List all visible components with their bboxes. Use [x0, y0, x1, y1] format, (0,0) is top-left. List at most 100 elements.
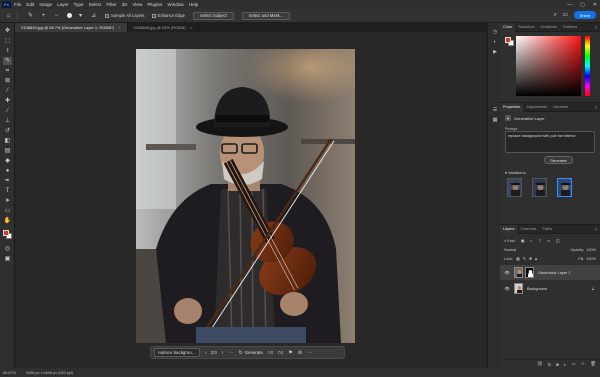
- new-group-icon[interactable]: ▭: [572, 361, 576, 367]
- select-subject-button[interactable]: Select Subject: [193, 11, 234, 20]
- layer-row-generative[interactable]: 👁︎ Generative Layer 1: [500, 265, 600, 280]
- lock-all-icon[interactable]: 🔒︎: [535, 257, 537, 261]
- lock-transparency-icon[interactable]: ▦: [516, 256, 520, 261]
- dodge-tool-icon[interactable]: ●: [3, 167, 12, 175]
- close-icon[interactable]: ×: [190, 25, 192, 30]
- layer-kind-filter[interactable]: ⌕ Kind: [504, 239, 515, 243]
- document-info[interactable]: 3456 px x 4608 px (240 ppi): [26, 371, 73, 375]
- eyedropper-tool-icon[interactable]: ⁄: [3, 87, 12, 95]
- blur-tool-icon[interactable]: ◆: [3, 157, 12, 165]
- visibility-eye-icon[interactable]: 👁︎: [503, 286, 511, 291]
- filter-adjustment-icon[interactable]: ◐: [530, 239, 532, 243]
- new-layer-icon[interactable]: ＋: [581, 361, 586, 367]
- fill-value[interactable]: 100%: [586, 257, 596, 261]
- flag-icon[interactable]: ⚑: [288, 350, 292, 356]
- quick-selection-brush-icon[interactable]: ✎: [26, 11, 35, 20]
- variation-thumb-2[interactable]: [532, 178, 547, 197]
- select-and-mask-button[interactable]: Select and Mask...: [241, 11, 291, 20]
- tab-document-2[interactable]: 2108849.jpg @ 25% (RGB/8) ×: [128, 23, 200, 32]
- menu-image[interactable]: Image: [39, 2, 52, 7]
- variation-thumb-1[interactable]: [507, 178, 522, 197]
- tab-document-1[interactable]: 2108849.jpg @ 66.7% (Generative Layer 1,…: [15, 23, 128, 32]
- lock-position-icon[interactable]: ✥: [529, 256, 532, 261]
- contextual-generate-button[interactable]: ↻ Generate: [238, 350, 263, 356]
- filter-smart-object-icon[interactable]: ◫: [556, 238, 560, 243]
- visibility-eye-icon[interactable]: 👁︎: [503, 270, 511, 275]
- tab-gradients[interactable]: Gradients: [538, 23, 560, 32]
- hue-slider[interactable]: [585, 36, 590, 96]
- maximize-button[interactable]: ▢: [580, 2, 585, 8]
- link-layers-icon[interactable]: ⛓︎: [537, 361, 543, 367]
- tab-adjustments[interactable]: Adjustments: [523, 103, 550, 112]
- contextual-prompt-input[interactable]: replace backgrou...: [154, 348, 200, 357]
- panel-menu-icon[interactable]: ≡: [595, 105, 597, 110]
- rectangle-tool-icon[interactable]: ▭: [3, 207, 12, 215]
- clone-stamp-tool-icon[interactable]: ⊥: [3, 117, 12, 125]
- brush-tool-icon[interactable]: ∕: [3, 107, 12, 115]
- actions-icon[interactable]: ▶: [491, 49, 499, 56]
- adjustments-icon[interactable]: ◐: [491, 39, 499, 46]
- menu-file[interactable]: File: [14, 2, 21, 7]
- thumbs-down-icon[interactable]: 👎︎: [278, 350, 283, 356]
- home-icon[interactable]: ⌂: [4, 11, 13, 20]
- close-icon[interactable]: ×: [118, 25, 120, 30]
- tab-color[interactable]: Color: [500, 22, 516, 32]
- close-window-button[interactable]: ✕: [593, 2, 597, 8]
- history-icon[interactable]: ◷: [491, 29, 499, 36]
- color-picker-field[interactable]: [516, 36, 581, 96]
- menu-layer[interactable]: Layer: [57, 2, 69, 7]
- menu-view[interactable]: View: [132, 2, 142, 7]
- history-brush-tool-icon[interactable]: ↺: [3, 127, 12, 135]
- libraries-icon[interactable]: ▦: [491, 117, 499, 124]
- menu-help[interactable]: Help: [189, 2, 198, 7]
- properties-icon[interactable]: ☰: [491, 107, 499, 114]
- search-icon[interactable]: ⌕: [554, 12, 557, 19]
- chevron-right-icon[interactable]: ›: [222, 350, 224, 356]
- foreground-color-swatch[interactable]: [505, 37, 511, 43]
- document-canvas[interactable]: [136, 49, 355, 343]
- move-tool-icon[interactable]: ✥: [3, 27, 12, 35]
- quick-mask-icon[interactable]: ◎: [3, 245, 12, 253]
- path-selection-tool-icon[interactable]: ➤: [3, 197, 12, 205]
- menu-select[interactable]: Select: [89, 2, 102, 7]
- delete-layer-icon[interactable]: 🗑︎: [590, 361, 596, 367]
- chevron-down-icon[interactable]: ▾: [76, 11, 85, 20]
- crop-tool-icon[interactable]: ⌗: [3, 67, 12, 75]
- new-adjustment-icon[interactable]: ◐: [564, 362, 567, 367]
- brush-angle-icon[interactable]: ⊿: [89, 11, 98, 20]
- tab-layers[interactable]: Layers: [500, 224, 518, 234]
- add-to-selection-icon[interactable]: +: [39, 11, 48, 20]
- filter-pixel-icon[interactable]: ▣: [521, 238, 525, 243]
- thumbs-up-icon[interactable]: 👍︎: [268, 350, 273, 356]
- zoom-level[interactable]: 66.67%: [3, 371, 18, 375]
- variation-thumb-3[interactable]: [557, 178, 572, 197]
- tab-properties[interactable]: Properties: [500, 102, 524, 112]
- pen-tool-icon[interactable]: ✒: [3, 177, 12, 185]
- foreground-color-swatch[interactable]: [3, 230, 9, 236]
- healing-brush-tool-icon[interactable]: ✚: [3, 97, 12, 105]
- menu-edit[interactable]: Edit: [26, 2, 34, 7]
- type-tool-icon[interactable]: T: [3, 187, 12, 195]
- lasso-tool-icon[interactable]: ℓ: [3, 47, 12, 55]
- generate-button[interactable]: Generate: [544, 156, 573, 164]
- eraser-tool-icon[interactable]: ◧: [3, 137, 12, 145]
- tab-libraries[interactable]: Libraries: [550, 103, 571, 112]
- menu-plugins[interactable]: Plugins: [147, 2, 162, 7]
- blend-mode-select[interactable]: Normal: [504, 248, 516, 252]
- tab-patterns[interactable]: Patterns: [560, 23, 580, 32]
- share-button[interactable]: Share: [574, 11, 596, 19]
- lock-pixels-icon[interactable]: ✎: [523, 256, 526, 261]
- menu-3d[interactable]: 3D: [122, 2, 128, 7]
- menu-filter[interactable]: Filter: [106, 2, 116, 7]
- marquee-tool-icon[interactable]: ⬚: [3, 37, 12, 45]
- canvas-area[interactable]: [15, 32, 500, 368]
- prompt-textarea[interactable]: replace background with pub bar interior: [505, 131, 595, 153]
- brush-size-preview[interactable]: [67, 13, 72, 18]
- panel-menu-icon[interactable]: ≡: [595, 227, 597, 232]
- filter-type-icon[interactable]: T: [539, 239, 541, 243]
- sample-all-layers-checkbox[interactable]: Sample All Layers: [105, 13, 145, 18]
- minimize-button[interactable]: —: [567, 2, 572, 8]
- layer-row-background[interactable]: 👁︎ Background 🔒︎: [500, 281, 600, 296]
- frame-tool-icon[interactable]: ⊠: [3, 77, 12, 85]
- color-swatch-pair[interactable]: [505, 37, 514, 46]
